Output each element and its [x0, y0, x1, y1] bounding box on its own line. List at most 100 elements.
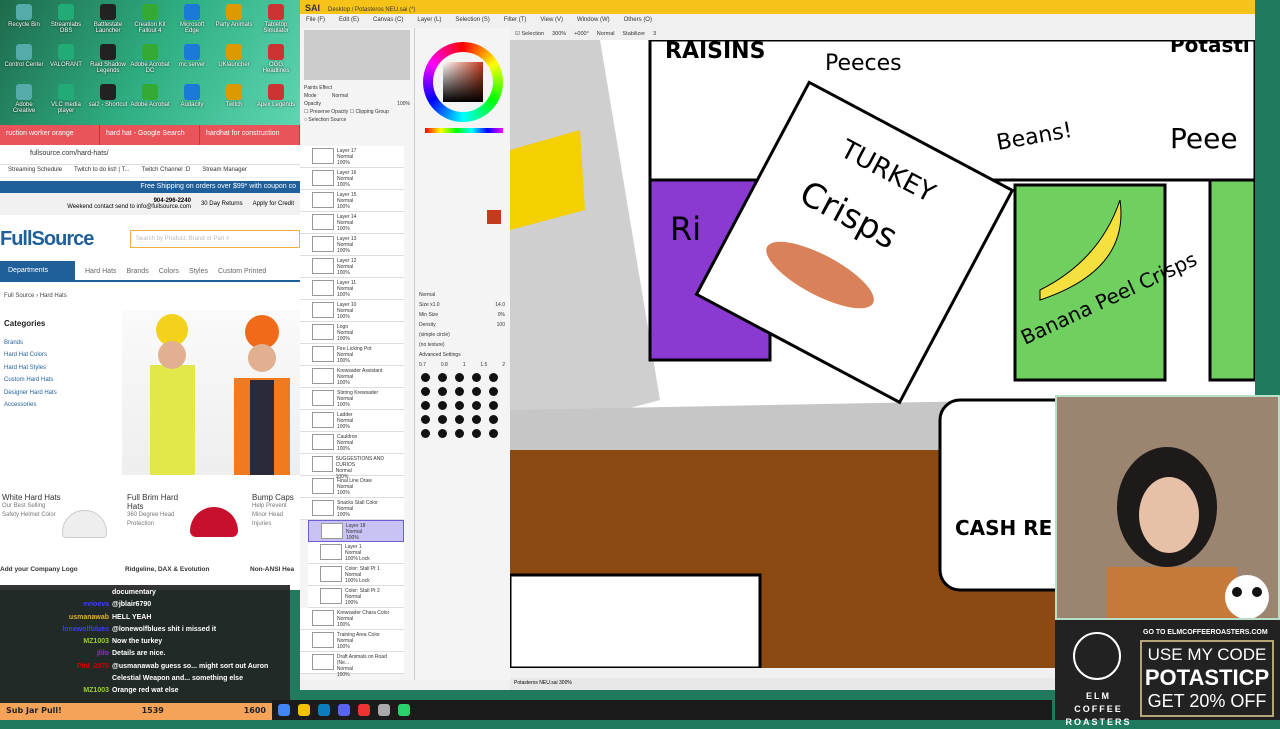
nav-item[interactable]: Custom Printed [218, 268, 266, 275]
desktop-icon[interactable]: Party Animals [214, 4, 254, 28]
obs-icon[interactable] [358, 704, 370, 716]
selection-source-checkbox[interactable]: ○ Selection Source [304, 116, 410, 124]
menu-item[interactable]: Canvas (C) [373, 17, 403, 25]
layer-item[interactable]: Layer 18 Normal 100% [308, 520, 404, 542]
desktop-icon[interactable]: Audacity [172, 84, 212, 108]
brush-size-dot[interactable] [489, 401, 498, 410]
brush-size-dot[interactable] [489, 373, 498, 382]
menu-item[interactable]: Window (W) [577, 17, 610, 25]
menu-item[interactable]: File (F) [306, 17, 325, 25]
blend-mode[interactable]: Normal [597, 31, 615, 37]
brush-size-preset[interactable]: 0.8 [441, 360, 448, 370]
desktop-icon[interactable]: Recycle Bin [4, 4, 44, 28]
layer-item[interactable]: Cauldron Normal 100% [300, 432, 404, 454]
layer-item[interactable]: Snacks Stall Color Normal 100% [300, 498, 404, 520]
category-link[interactable]: Hard Hat Colors [4, 349, 57, 362]
size-slider[interactable]: 14.0 [495, 300, 505, 310]
layer-item[interactable]: Stirring Krewsader Normal 100% [300, 388, 404, 410]
min-size-slider[interactable]: 0% [498, 310, 505, 320]
discord-icon[interactable] [338, 704, 350, 716]
layer-item[interactable]: Ladder Normal 100% [300, 410, 404, 432]
desktop-icon[interactable]: OGG Headlines [256, 44, 296, 74]
bookmark[interactable]: Twitch Channel :D [142, 167, 191, 175]
desktop-icon[interactable]: Battlestate Launcher [88, 4, 128, 34]
folder-icon[interactable] [298, 704, 310, 716]
layer-item[interactable]: Krewsader Assistant Normal 100% [300, 366, 404, 388]
layer-item[interactable]: SUGGESTIONS AND CURIOS Normal 100% [300, 454, 404, 480]
bookmark[interactable]: Stream Manager [202, 167, 247, 175]
brush-size-preset[interactable]: 2 [502, 360, 505, 370]
chat-username[interactable]: jlilo [0, 648, 112, 660]
size-multiplier[interactable]: x1.0 [430, 302, 439, 308]
category-link[interactable]: Custom Hard Hats [4, 374, 57, 387]
desktop-icon[interactable]: Raid Shadow Legends [88, 44, 128, 74]
chat-username[interactable]: MZ1003 [0, 636, 112, 648]
product-card[interactable]: Full Brim Hard Hats 360 Degree Head Prote… [127, 493, 187, 529]
layer-item[interactable]: Layer 13 Normal 100% [300, 234, 404, 256]
layer-item[interactable]: Training Area Color Normal 100% [300, 630, 404, 652]
desktop-icon[interactable]: UKlauncher [214, 44, 254, 68]
desktop-icon[interactable]: Twitch [214, 84, 254, 108]
menu-item[interactable]: Layer (L) [417, 17, 441, 25]
brush-size-dot[interactable] [438, 401, 447, 410]
app-icon[interactable] [318, 704, 330, 716]
chat-username[interactable]: lonewolfblues [0, 624, 112, 636]
layer-item[interactable]: Color: Stall Pt 1 Normal 100% Lock [308, 564, 404, 586]
brush-size-dot[interactable] [472, 387, 481, 396]
brush-size-dot[interactable] [421, 401, 430, 410]
desktop-icon[interactable]: Tabletop Simulator [256, 4, 296, 34]
menu-item[interactable]: View (V) [540, 17, 563, 25]
layer-item[interactable]: Color: Stall Pt 2 Normal 100% [308, 586, 404, 608]
brush-size-dot[interactable] [421, 429, 430, 438]
desktop-icon[interactable]: Adobe Creative [4, 84, 44, 114]
brush-size-dot[interactable] [438, 415, 447, 424]
desktop-icon[interactable]: Control Center [4, 44, 44, 68]
advanced-settings[interactable]: Advanced Settings [419, 350, 505, 360]
brush-size-dot[interactable] [455, 415, 464, 424]
zoom-field[interactable]: 300% [552, 31, 566, 37]
current-color-swatch[interactable] [487, 210, 501, 224]
address-bar[interactable]: fullsource.com/hard-hats/ [0, 145, 300, 165]
brush-size-dot[interactable] [455, 387, 464, 396]
chat-username[interactable]: Phil_2070 [0, 661, 112, 673]
layer-item[interactable]: Krewsader Chara Color Normal 100% [300, 608, 404, 630]
app-icon[interactable] [378, 704, 390, 716]
layer-toolbar[interactable] [300, 126, 414, 146]
stabilizer-field[interactable]: 3 [653, 31, 656, 37]
selection-checkbox[interactable]: ☑ Selection [515, 31, 544, 37]
layer-item[interactable]: Layer 16 Normal 100% [300, 168, 404, 190]
brush-size-dot[interactable] [472, 401, 481, 410]
angle-field[interactable]: +000° [574, 31, 589, 37]
layer-item[interactable]: Layer 11 Normal 100% [300, 278, 404, 300]
paints-effect[interactable]: Paints Effect [304, 84, 410, 92]
nav-item[interactable]: Brands [127, 268, 149, 275]
layer-item[interactable]: Fire Licking Pot Normal 100% [300, 344, 404, 366]
clipping-group-checkbox[interactable]: ☐ Clipping Group [350, 109, 389, 115]
desktop-icon[interactable]: Streamlabs OBS [46, 4, 86, 34]
brush-size-dot[interactable] [438, 429, 447, 438]
brush-size-dot[interactable] [472, 415, 481, 424]
brush-size-dot[interactable] [455, 429, 464, 438]
search-input[interactable]: Search by Product, Brand or Part # [130, 230, 300, 248]
chrome-icon[interactable] [278, 704, 290, 716]
chat-username[interactable]: usmanawab [0, 612, 112, 624]
menu-item[interactable]: Selection (S) [455, 17, 489, 25]
nav-item[interactable]: Colors [159, 268, 179, 275]
desktop-icon[interactable]: Apex Legends [256, 84, 296, 108]
brush-size-dot[interactable] [472, 373, 481, 382]
mode-select[interactable]: Normal [332, 93, 348, 99]
opacity-slider[interactable]: 100% [397, 100, 410, 108]
desktop-icon[interactable]: VLC media player [46, 84, 86, 114]
desktop-icon[interactable]: Creation Kit Fallout 4 [130, 4, 170, 34]
browser-tab[interactable]: hardhat for construction [200, 125, 300, 145]
brush-size-preset[interactable]: 0.7 [419, 360, 426, 370]
layer-item[interactable]: Layer 10 Normal 100% [300, 300, 404, 322]
breadcrumb-link[interactable]: Full Source [4, 293, 34, 299]
chat-username[interactable]: MZ1003 [0, 685, 112, 697]
layer-item[interactable]: Logo Normal 100% [300, 322, 404, 344]
color-wheel[interactable] [423, 42, 503, 122]
fullsource-logo[interactable]: FullSource [0, 228, 94, 251]
desktop-icon[interactable]: Adobe Acrobat [130, 84, 170, 108]
menu-item[interactable]: Others (O) [624, 17, 652, 25]
browser-tab[interactable]: hard hat - Google Search [100, 125, 200, 145]
